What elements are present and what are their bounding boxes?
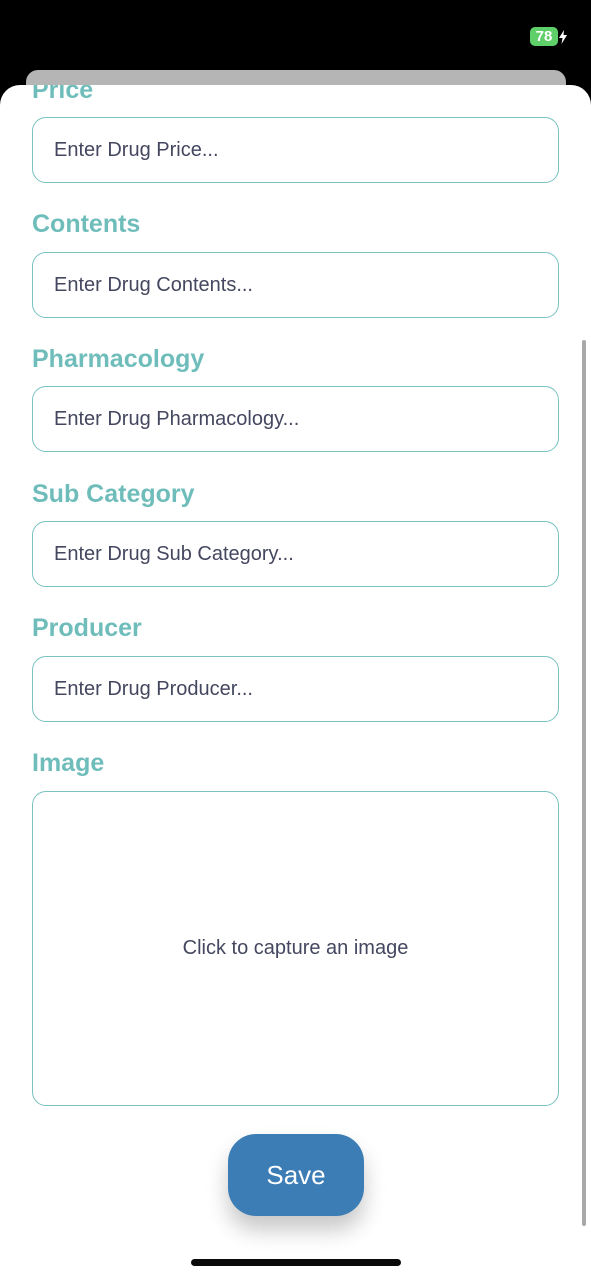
price-label: Price	[32, 85, 94, 104]
bolt-icon	[559, 29, 567, 44]
pharmacology-field[interactable]	[32, 386, 559, 452]
sub-category-label: Sub Category	[32, 480, 195, 508]
sub-category-input[interactable]	[54, 542, 558, 566]
contents-label: Contents	[32, 210, 141, 238]
pharmacology-input[interactable]	[54, 407, 558, 431]
home-indicator	[191, 1259, 401, 1266]
contents-input[interactable]	[54, 273, 558, 297]
image-capture-area[interactable]: Click to capture an image	[32, 791, 559, 1106]
price-field[interactable]	[32, 117, 559, 183]
save-button[interactable]: Save	[228, 1134, 364, 1216]
producer-label: Producer	[32, 614, 142, 642]
app-screen: 78 Price Contents Pharmacology Sub Categ…	[0, 0, 591, 1280]
image-capture-hint: Click to capture an image	[182, 937, 409, 959]
battery-indicator: 78	[530, 27, 567, 46]
producer-field[interactable]	[32, 656, 559, 722]
image-label: Image	[32, 749, 105, 777]
drug-form-sheet: Price Contents Pharmacology Sub Category…	[0, 85, 591, 1280]
producer-input[interactable]	[54, 677, 558, 701]
scrollbar[interactable]	[582, 340, 586, 1226]
battery-level: 78	[530, 27, 558, 46]
price-input[interactable]	[54, 138, 558, 162]
sub-category-field[interactable]	[32, 521, 559, 587]
pharmacology-label: Pharmacology	[32, 345, 205, 373]
contents-field[interactable]	[32, 252, 559, 318]
